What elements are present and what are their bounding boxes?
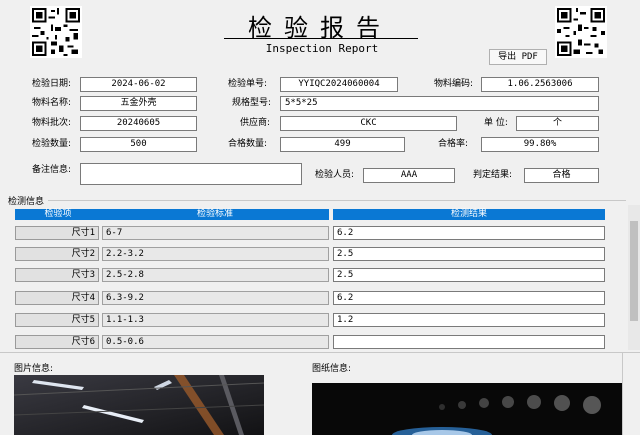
- material-name-label: 物料名称:: [32, 98, 72, 108]
- pass-rate-label: 合格率:: [438, 139, 469, 149]
- title-underline: [224, 38, 418, 39]
- picture-image: [14, 375, 264, 435]
- row-item-label: 尺寸4: [15, 291, 99, 305]
- inspection-date-field[interactable]: 2024-06-02: [80, 77, 197, 92]
- column-header-standard: 检验标准: [101, 209, 329, 220]
- row-result-field[interactable]: [333, 335, 605, 349]
- qr-code-right: [555, 6, 607, 58]
- row-item-label: 尺寸3: [15, 268, 99, 282]
- image-area-divider: [0, 352, 640, 353]
- row-result-field[interactable]: 6.2: [333, 291, 605, 305]
- image-area-right-divider: [622, 353, 623, 435]
- row-standard-field: 2.5-2.8: [102, 268, 329, 282]
- supplier-field[interactable]: CKC: [280, 116, 457, 131]
- row-result-field[interactable]: 1.2: [333, 313, 605, 327]
- picture-info-label: 图片信息:: [14, 364, 54, 374]
- column-header-item: 检验项: [15, 209, 101, 220]
- export-pdf-button[interactable]: 导出 PDF: [489, 49, 547, 65]
- spec-model-label: 规格型号:: [232, 98, 272, 108]
- row-standard-field: 0.5-0.6: [102, 335, 329, 349]
- inspector-label: 检验人员:: [315, 170, 355, 180]
- pass-rate-field[interactable]: 99.80%: [481, 137, 599, 152]
- judgement-field[interactable]: 合格: [524, 168, 599, 183]
- row-item-label: 尺寸6: [15, 335, 99, 349]
- unit-field[interactable]: 个: [516, 116, 599, 131]
- material-batch-label: 物料批次:: [32, 118, 72, 128]
- detection-scrollbar[interactable]: [628, 205, 640, 350]
- column-header-result: 检测结果: [333, 209, 605, 220]
- row-standard-field: 6-7: [102, 226, 329, 240]
- row-item-label: 尺寸1: [15, 226, 99, 240]
- inspection-no-field[interactable]: YYIQC2024060004: [280, 77, 398, 92]
- row-standard-field: 1.1-1.3: [102, 313, 329, 327]
- row-result-field[interactable]: 2.5: [333, 268, 605, 282]
- pass-qty-field[interactable]: 499: [280, 137, 405, 152]
- detection-section-title: 检测信息: [8, 197, 45, 207]
- supplier-label: 供应商:: [240, 118, 271, 128]
- unit-label: 单 位:: [484, 118, 508, 128]
- page-subtitle: Inspection Report: [265, 42, 379, 55]
- row-result-field[interactable]: 6.2: [333, 226, 605, 240]
- material-name-field[interactable]: 五金外壳: [80, 96, 197, 111]
- inspector-field[interactable]: AAA: [363, 168, 455, 183]
- scrollbar-thumb[interactable]: [630, 221, 638, 321]
- row-item-label: 尺寸2: [15, 247, 99, 261]
- drawing-image: [312, 383, 622, 435]
- drawing-info-label: 图纸信息:: [312, 364, 352, 374]
- inspect-qty-field[interactable]: 500: [80, 137, 197, 152]
- material-batch-field[interactable]: 20240605: [80, 116, 197, 131]
- detection-divider: [48, 200, 626, 201]
- inspection-no-label: 检验单号:: [228, 79, 268, 89]
- row-item-label: 尺寸5: [15, 313, 99, 327]
- judgement-label: 判定结果:: [473, 170, 513, 180]
- material-code-field[interactable]: 1.06.2563006: [481, 77, 599, 92]
- remark-label: 备注信息:: [32, 165, 72, 175]
- row-standard-field: 2.2-3.2: [102, 247, 329, 261]
- qr-code-left: [30, 6, 82, 58]
- inspection-date-label: 检验日期:: [32, 79, 72, 89]
- inspect-qty-label: 检验数量:: [32, 139, 72, 149]
- row-standard-field: 6.3-9.2: [102, 291, 329, 305]
- remark-field[interactable]: [80, 163, 302, 185]
- spec-model-field[interactable]: 5*5*25: [280, 96, 599, 111]
- pass-qty-label: 合格数量:: [228, 139, 268, 149]
- row-result-field[interactable]: 2.5: [333, 247, 605, 261]
- material-code-label: 物料编码:: [434, 79, 474, 89]
